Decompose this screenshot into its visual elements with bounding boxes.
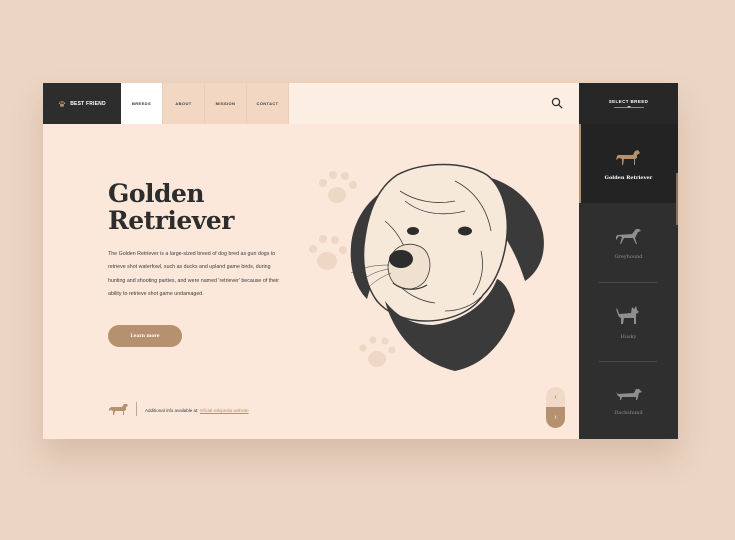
learn-more-button[interactable]: Learn more [108, 325, 182, 347]
golden-retriever-illustration [309, 163, 544, 371]
breed-name: Dachshund [614, 409, 643, 416]
active-breed-indicator [579, 124, 581, 203]
nav-mission[interactable]: MISSION [205, 83, 247, 124]
search-icon[interactable] [551, 97, 563, 109]
main-nav: BREEDS ABOUT MISSION CONTACT [121, 83, 289, 124]
footer-divider [136, 402, 137, 416]
breed-description: The Golden Retriever is a large-sized br… [108, 251, 280, 298]
dog-silhouette-icon [109, 404, 128, 415]
breed-item-husky[interactable]: Husky [579, 282, 678, 361]
husky-icon [615, 305, 639, 324]
paw-icon [59, 100, 66, 107]
chevron-left-icon: ‹ [554, 393, 557, 401]
nav-breeds[interactable]: BREEDS [121, 83, 163, 124]
breed-name: Golden Retriever [604, 174, 653, 181]
page-title: Golden Retriever [108, 179, 234, 235]
chevron-right-icon: › [554, 414, 557, 421]
panel-underline [613, 106, 644, 108]
brand-logo[interactable]: BEST FRIEND [43, 83, 121, 124]
breed-name: Husky [620, 333, 637, 340]
nav-contact[interactable]: CONTACT [247, 83, 289, 124]
next-button[interactable]: › [546, 407, 565, 428]
wikipedia-link[interactable]: Oficial wikipedia website [200, 408, 249, 413]
footer-label: Additional info available at: [145, 408, 199, 413]
panel-scrollbar[interactable] [676, 173, 678, 225]
greyhound-icon [615, 228, 641, 244]
breed-name: Greyhound [614, 253, 643, 260]
panel-header: SELECT BREED [579, 83, 678, 124]
dog-head [362, 163, 508, 322]
brand-name: BEST FRIEND [70, 100, 106, 107]
topbar [289, 83, 579, 124]
dog-eye-right [458, 226, 472, 236]
previous-button[interactable]: ‹ [546, 387, 565, 407]
main-card: BEST FRIEND BREEDS ABOUT MISSION CONTACT… [43, 83, 678, 439]
breed-item-dachshund[interactable]: Dachshund [579, 361, 678, 439]
pagination-arrows: ‹ › [546, 387, 565, 428]
nav-about[interactable]: ABOUT [163, 83, 205, 124]
golden-retriever-icon [615, 149, 640, 165]
footer-info: Additional info available at: Oficial wi… [145, 408, 249, 413]
dog-nose [389, 250, 413, 268]
dog-muzzle [387, 243, 431, 290]
breed-item-greyhound[interactable]: Greyhound [579, 203, 678, 282]
dog-eye-left [407, 227, 419, 235]
breed-selector-panel: SELECT BREED Golden Retriever Greyhound … [579, 83, 678, 439]
breed-item-golden-retriever[interactable]: Golden Retriever [579, 124, 678, 203]
panel-title: SELECT BREED [608, 99, 649, 104]
dachshund-icon [615, 388, 642, 400]
